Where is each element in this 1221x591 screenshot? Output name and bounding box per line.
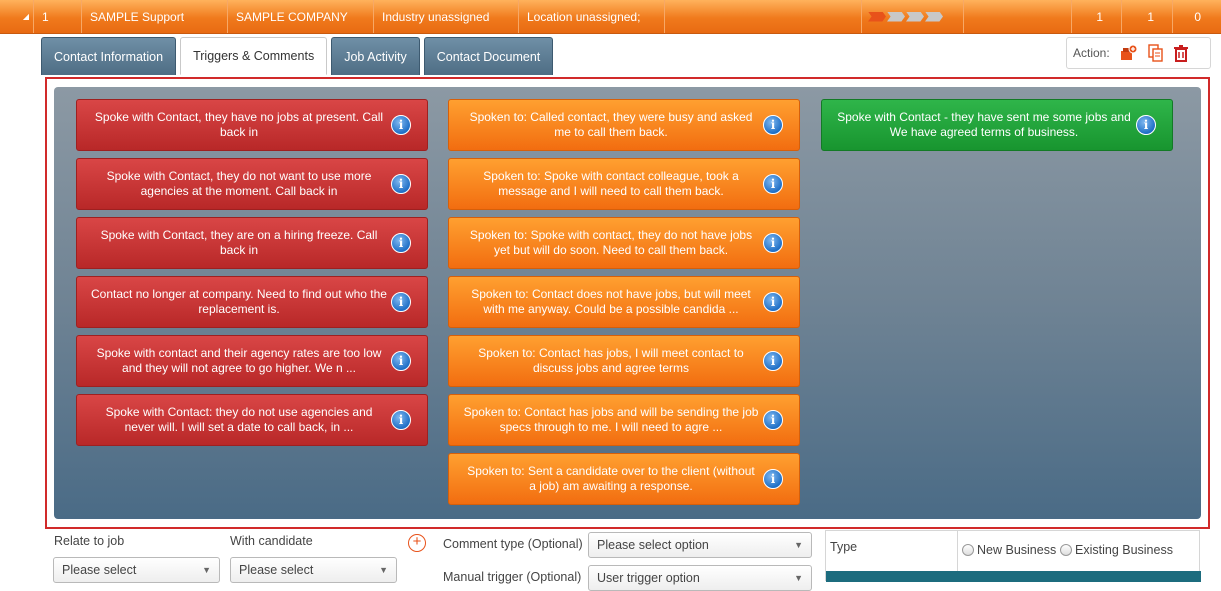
trigger-text: Spoken to: Contact does not have jobs, b… [471, 287, 751, 316]
trigger-text: Spoken to: Spoke with contact colleague,… [483, 169, 739, 198]
dropdown-arrow-icon: ▼ [794, 540, 803, 550]
info-icon[interactable]: i [763, 115, 783, 135]
trigger-text: Spoken to: Called contact, they were bus… [469, 110, 753, 139]
trigger-button-orange[interactable]: Spoken to: Contact has jobs, I will meet… [448, 335, 800, 387]
trigger-button-orange[interactable]: Spoken to: Contact has jobs and will be … [448, 394, 800, 446]
type-label: Type [830, 540, 858, 554]
trigger-text: Spoken to: Contact has jobs and will be … [463, 405, 759, 434]
trigger-button-red[interactable]: Spoke with Contact, they do not want to … [76, 158, 428, 210]
info-icon[interactable]: i [763, 351, 783, 371]
comment-type-label: Comment type (Optional) [443, 537, 583, 551]
contact-name[interactable]: SAMPLE Support [82, 0, 228, 33]
expand-icon[interactable]: ◢ [0, 0, 34, 33]
info-icon[interactable]: i [391, 410, 411, 430]
tab-contact-information[interactable]: Contact Information [41, 37, 177, 75]
info-icon[interactable]: i [763, 233, 783, 253]
empty-cell [665, 0, 862, 33]
tab-bar: Contact Information Triggers & Comments … [41, 37, 554, 75]
stage-chevron-icon [887, 11, 905, 22]
trigger-button-orange[interactable]: Spoken to: Sent a candidate over to the … [448, 453, 800, 505]
trigger-button-red[interactable]: Spoke with contact and their agency rate… [76, 335, 428, 387]
trigger-text: Contact no longer at company. Need to fi… [91, 287, 387, 316]
location-cell: Location unassigned; [519, 0, 665, 33]
stage-chevron-icon [906, 11, 924, 22]
radio-existing-business-label: Existing Business [1075, 543, 1173, 557]
trigger-button-red[interactable]: Spoke with Contact, they have no jobs at… [76, 99, 428, 151]
comment-type-value: Please select option [597, 538, 709, 552]
trigger-button-orange[interactable]: Spoken to: Spoke with contact, they do n… [448, 217, 800, 269]
relate-to-job-value: Please select [62, 563, 137, 577]
record-number: 1 [34, 0, 82, 33]
dropdown-arrow-icon: ▼ [202, 565, 211, 575]
relate-to-job-label: Relate to job [54, 534, 125, 548]
manual-trigger-label: Manual trigger (Optional) [443, 570, 582, 584]
stage-progress [862, 0, 964, 33]
trigger-text: Spoke with Contact, they have no jobs at… [94, 110, 384, 139]
count-cell: 0 [1194, 9, 1201, 24]
add-action-icon[interactable] [1120, 44, 1138, 62]
info-icon[interactable]: i [763, 292, 783, 312]
count-cell: 1 [1122, 0, 1173, 33]
trigger-button-red[interactable]: Spoke with Contact, they are on a hiring… [76, 217, 428, 269]
relate-to-job-select[interactable]: Please select ▼ [53, 557, 220, 583]
trigger-button-green[interactable]: Spoke with Contact - they have sent me s… [821, 99, 1173, 151]
info-icon[interactable]: i [763, 469, 783, 489]
trigger-text: Spoke with Contact, they do not want to … [106, 169, 372, 198]
info-icon[interactable]: i [763, 174, 783, 194]
tab-contact-document[interactable]: Contact Document [423, 37, 554, 75]
info-icon[interactable]: i [763, 410, 783, 430]
tab-job-activity[interactable]: Job Activity [331, 37, 420, 75]
triggers-frame: Spoke with Contact, they have no jobs at… [45, 77, 1210, 529]
trigger-text: Spoken to: Contact has jobs, I will meet… [478, 346, 744, 375]
count-cell: 1 [1072, 0, 1122, 33]
trigger-button-orange[interactable]: Spoken to: Called contact, they were bus… [448, 99, 800, 151]
with-candidate-select[interactable]: Please select ▼ [230, 557, 397, 583]
trigger-text: Spoke with Contact, they are on a hiring… [100, 228, 378, 257]
type-box: Type New Business Existing Business [825, 530, 1201, 582]
radio-icon[interactable] [1060, 544, 1072, 556]
action-label: Action: [1073, 46, 1110, 60]
trigger-text: Spoken to: Spoke with contact, they do n… [469, 228, 753, 257]
trigger-button-red[interactable]: Spoke with Contact: they do not use agen… [76, 394, 428, 446]
record-row[interactable]: ◢ 1 SAMPLE Support SAMPLE COMPANY Indust… [0, 0, 1221, 34]
trigger-button-orange[interactable]: Spoken to: Spoke with contact colleague,… [448, 158, 800, 210]
add-candidate-icon[interactable]: + [408, 534, 426, 552]
info-icon[interactable]: i [391, 292, 411, 312]
empty-cell [964, 0, 1072, 33]
radio-new-business-label: New Business [977, 543, 1057, 557]
trigger-text: Spoke with Contact - they have sent me s… [837, 110, 1131, 139]
trigger-text: Spoken to: Sent a candidate over to the … [467, 464, 755, 493]
stage-chevron-icon [868, 11, 886, 22]
info-icon[interactable]: i [391, 174, 411, 194]
comment-type-select[interactable]: Please select option ▼ [588, 532, 812, 558]
info-icon[interactable]: i [391, 351, 411, 371]
radio-icon[interactable] [962, 544, 974, 556]
trigger-button-red[interactable]: Contact no longer at company. Need to fi… [76, 276, 428, 328]
radio-existing-business[interactable]: Existing Business [1060, 543, 1173, 557]
triggers-panel: Spoke with Contact, they have no jobs at… [54, 87, 1201, 519]
company-name[interactable]: SAMPLE COMPANY [228, 0, 374, 33]
divider [957, 531, 958, 571]
delete-icon[interactable] [1172, 44, 1190, 62]
action-box: Action: [1066, 37, 1211, 69]
dropdown-arrow-icon: ▼ [379, 565, 388, 575]
trigger-text: Spoke with contact and their agency rate… [96, 346, 382, 375]
manual-trigger-value: User trigger option [597, 571, 700, 585]
manual-trigger-select[interactable]: User trigger option ▼ [588, 565, 812, 591]
with-candidate-label: With candidate [230, 534, 313, 548]
dropdown-arrow-icon: ▼ [794, 573, 803, 583]
info-icon[interactable]: i [391, 233, 411, 253]
with-candidate-value: Please select [239, 563, 314, 577]
trigger-text: Spoke with Contact: they do not use agen… [105, 405, 373, 434]
table-header-strip [826, 571, 1201, 582]
comment-form: Relate to job Please select ▼ With candid… [0, 530, 1221, 591]
info-icon[interactable]: i [1136, 115, 1156, 135]
industry-cell: Industry unassigned [374, 0, 519, 33]
stage-chevron-icon [925, 11, 943, 22]
info-icon[interactable]: i [391, 115, 411, 135]
radio-new-business[interactable]: New Business [962, 543, 1056, 557]
tab-triggers-comments[interactable]: Triggers & Comments [180, 37, 328, 75]
trigger-button-orange[interactable]: Spoken to: Contact does not have jobs, b… [448, 276, 800, 328]
copy-icon[interactable] [1146, 44, 1164, 62]
